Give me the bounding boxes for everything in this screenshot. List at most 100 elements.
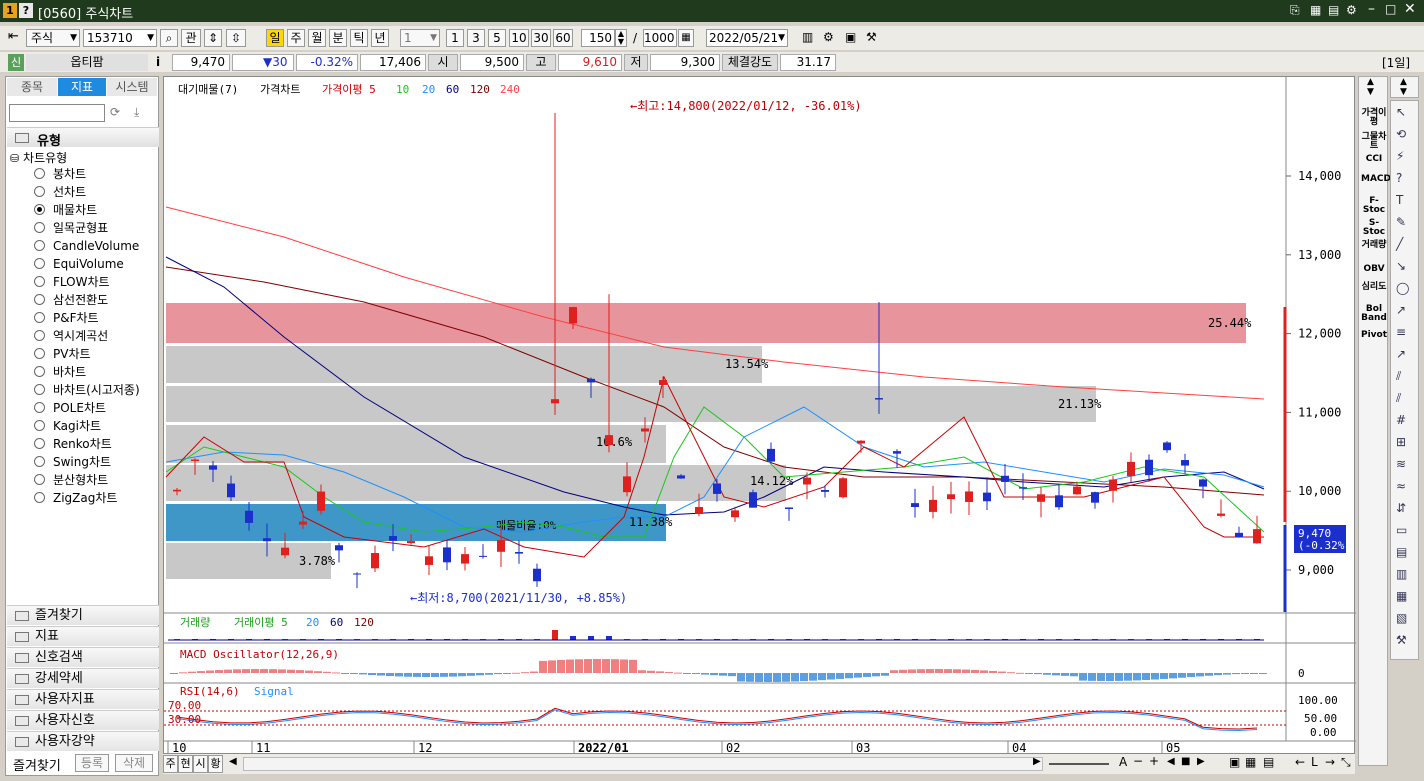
interval-60[interactable]: 60 bbox=[553, 29, 573, 47]
channel-icon[interactable]: ⫽ bbox=[1396, 369, 1414, 387]
app-icon-1[interactable]: 1 bbox=[3, 3, 17, 18]
scroll-down-icon[interactable]: ▼ bbox=[1400, 87, 1407, 97]
radio-icon[interactable] bbox=[34, 240, 45, 251]
chart-type-item[interactable]: POLE차트 bbox=[34, 399, 106, 417]
chart-type-item[interactable]: ZigZag차트 bbox=[34, 489, 117, 507]
count-input[interactable]: 150 bbox=[581, 29, 615, 47]
chart-type-item[interactable]: CandleVolume bbox=[34, 237, 139, 255]
info-icon[interactable]: i bbox=[156, 55, 160, 69]
radio-icon[interactable] bbox=[34, 204, 45, 215]
line-icon[interactable]: ╱ bbox=[1396, 237, 1414, 255]
interval-3[interactable]: 3 bbox=[467, 29, 485, 47]
gear-icon[interactable]: ⚙ bbox=[1346, 3, 1357, 17]
footer-favorites[interactable]: 즐겨찾기 bbox=[13, 755, 61, 774]
layer-icon[interactable]: ▧ bbox=[1396, 611, 1414, 629]
pen-icon[interactable]: ✎ bbox=[1396, 215, 1414, 233]
period-week[interactable]: 주 bbox=[287, 29, 305, 47]
radio-icon[interactable] bbox=[34, 348, 45, 359]
max-count-input[interactable]: 1000 bbox=[643, 29, 677, 47]
indicator-shortcut[interactable]: MACD bbox=[1361, 175, 1391, 184]
radio-icon[interactable] bbox=[34, 366, 45, 377]
volume-ma-legend[interactable]: 거래이평 5 bbox=[234, 616, 288, 629]
radio-icon[interactable] bbox=[34, 312, 45, 323]
period-month[interactable]: 월 bbox=[308, 29, 326, 47]
panel-menu-item[interactable]: 사용자강약 bbox=[7, 731, 159, 751]
legend-price-chart[interactable]: 가격차트 bbox=[260, 83, 300, 96]
legend-ma-5[interactable]: 가격이평 5 bbox=[322, 83, 376, 96]
rsi-legend[interactable]: RSI(14,6) bbox=[180, 685, 240, 698]
indicator-shortcut[interactable]: 심리도 bbox=[1361, 283, 1387, 292]
legend-ma-10[interactable]: 10 bbox=[396, 83, 409, 96]
download-icon[interactable]: ⤓ bbox=[134, 105, 139, 120]
rect-icon[interactable]: ▭ bbox=[1396, 523, 1414, 541]
radio-icon[interactable] bbox=[34, 456, 45, 467]
bottom-btn-2[interactable]: 현 bbox=[178, 755, 193, 773]
rsi-signal-legend[interactable]: Signal bbox=[254, 685, 294, 698]
legend-ma-240[interactable]: 240 bbox=[500, 83, 520, 96]
bottom-btn-1[interactable]: 주 bbox=[163, 755, 178, 773]
interval-5[interactable]: 5 bbox=[488, 29, 506, 47]
tools-icon[interactable]: ⚒ bbox=[1396, 633, 1414, 651]
ray-icon[interactable]: ↗ bbox=[1396, 347, 1414, 365]
tab-indicators[interactable]: 지표 bbox=[58, 78, 106, 96]
chart-type-item[interactable]: 봉차트 bbox=[34, 165, 86, 183]
volume-ma-20[interactable]: 20 bbox=[306, 616, 319, 629]
bottom-btn-3[interactable]: 시 bbox=[193, 755, 208, 773]
indicator-shortcut[interactable]: OBV bbox=[1361, 265, 1387, 274]
legend-ma-20[interactable]: 20 bbox=[422, 83, 435, 96]
trend-icon[interactable]: ↗ bbox=[1396, 303, 1414, 321]
scroll-icon[interactable]: ⇕ bbox=[204, 29, 222, 47]
macd-legend[interactable]: MACD Oscillator(12,26,9) bbox=[180, 648, 339, 661]
zoom-slider[interactable] bbox=[1049, 763, 1109, 765]
count-spinner[interactable]: ▲ ▼ bbox=[615, 29, 627, 47]
legend-ma-60[interactable]: 60 bbox=[446, 83, 459, 96]
radio-icon[interactable] bbox=[34, 384, 45, 395]
chart-settings-icon[interactable]: ▥ bbox=[802, 30, 813, 44]
refresh-icon[interactable]: ⟳ bbox=[110, 105, 120, 119]
scroll-left-icon[interactable]: ◀ bbox=[229, 756, 237, 767]
chart-type-item[interactable]: 바차트 bbox=[34, 363, 86, 381]
radio-icon[interactable] bbox=[34, 276, 45, 287]
copy-icon[interactable]: ▤ bbox=[1328, 3, 1339, 17]
table-icon[interactable]: ▥ bbox=[1396, 567, 1414, 585]
undo-icon[interactable]: ⟲ bbox=[1396, 127, 1414, 145]
gwan-button[interactable]: 관 bbox=[181, 29, 201, 47]
box-icon[interactable]: ⊞ bbox=[1396, 435, 1414, 453]
chart-type-item[interactable]: Swing차트 bbox=[34, 453, 111, 471]
stop-icon[interactable]: ■ bbox=[1181, 756, 1190, 767]
interval-select[interactable]: 1 ▼ bbox=[400, 29, 440, 47]
date-input[interactable]: 2022/05/21 ▼ bbox=[706, 29, 788, 47]
radio-icon[interactable] bbox=[34, 438, 45, 449]
chart-type-item[interactable]: 분산형차트 bbox=[34, 471, 108, 489]
period-day[interactable]: 일 bbox=[266, 29, 284, 47]
font-icon[interactable]: A bbox=[1119, 755, 1127, 769]
radio-icon[interactable] bbox=[34, 330, 45, 341]
chart-type-item[interactable]: 일목균형표 bbox=[34, 219, 108, 237]
pointer-icon[interactable]: ↖ bbox=[1396, 105, 1414, 123]
tab-stocks[interactable]: 종목 bbox=[7, 78, 57, 96]
stock-code-input[interactable]: 153710 ▼ bbox=[83, 29, 157, 47]
calc-icon[interactable]: ▦ bbox=[678, 29, 694, 47]
close-icon[interactable]: ✕ bbox=[1404, 1, 1416, 17]
play-icon[interactable]: ▶ bbox=[1197, 756, 1205, 767]
legend-ma-120[interactable]: 120 bbox=[470, 83, 490, 96]
volume-legend[interactable]: 거래량 bbox=[180, 616, 210, 629]
period-minute[interactable]: 분 bbox=[329, 29, 347, 47]
tab-system[interactable]: 시스템 bbox=[107, 78, 157, 96]
period-tick[interactable]: 틱 bbox=[350, 29, 368, 47]
indicator-shortcut[interactable]: Pivot bbox=[1361, 331, 1387, 340]
chart-type-item[interactable]: P&F차트 bbox=[34, 309, 99, 327]
indicator-shortcut[interactable]: 거래량 bbox=[1361, 241, 1387, 250]
chart-type-item[interactable]: 선차트 bbox=[34, 183, 86, 201]
section-header[interactable]: 유형 bbox=[7, 127, 159, 149]
last-icon[interactable]: L bbox=[1311, 755, 1318, 769]
gear-icon[interactable]: ⚙ bbox=[823, 30, 834, 44]
indicator-shortcut[interactable]: F-Stoc bbox=[1361, 197, 1387, 215]
alert-icon[interactable]: ⚡ bbox=[1396, 149, 1414, 167]
radio-icon[interactable] bbox=[34, 222, 45, 233]
chart-area[interactable]: 25.44% 13.54% 21.13% 10.6% 14.12% 11.38% 3.78%… bbox=[163, 76, 1356, 755]
market-select[interactable]: 주식 ▼ bbox=[26, 29, 80, 47]
radio-icon[interactable] bbox=[34, 420, 45, 431]
legend-volume-profile[interactable]: 대기매물(7) bbox=[178, 83, 238, 96]
chart-type-item[interactable]: Kagi차트 bbox=[34, 417, 101, 435]
